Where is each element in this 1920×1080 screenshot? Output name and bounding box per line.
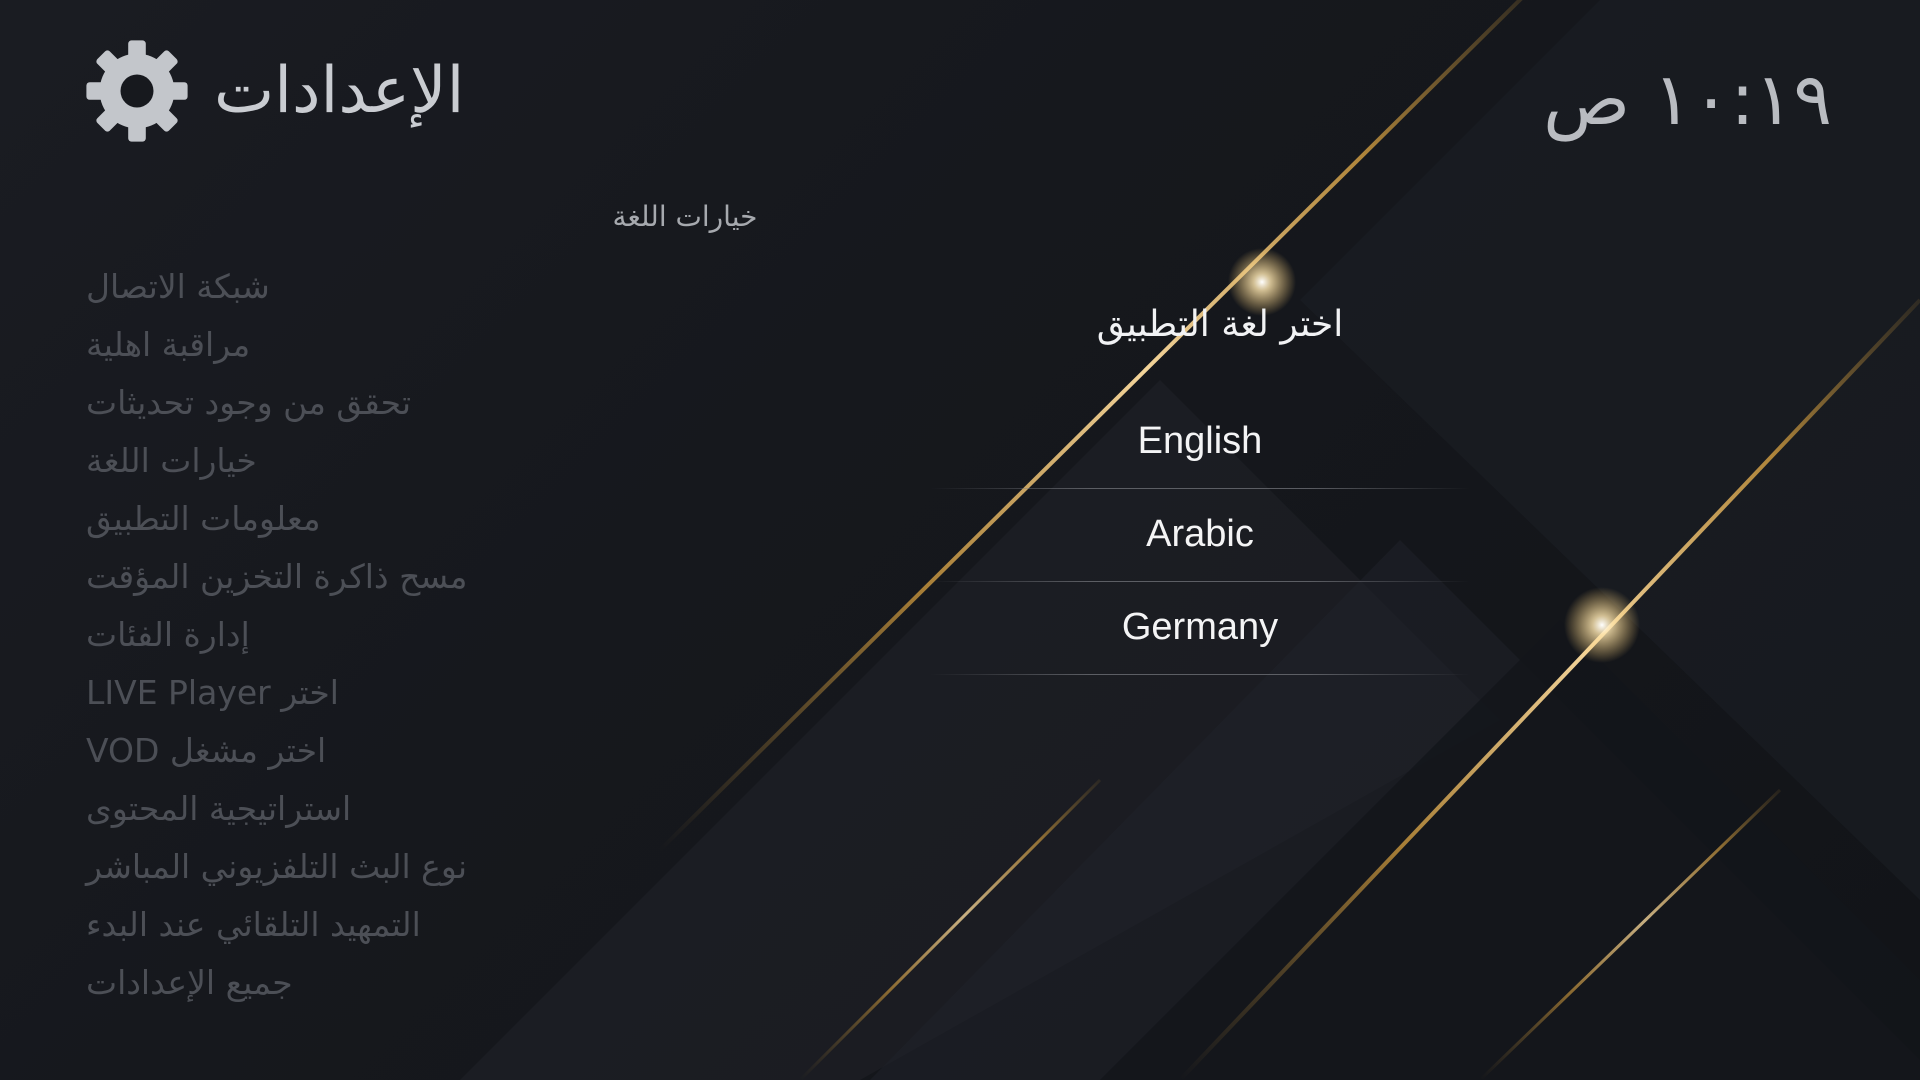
clock: ١٠:١٩ ص (1543, 57, 1832, 141)
option-label: English (1137, 420, 1263, 462)
sidebar-item-network[interactable]: شبكة الاتصال (86, 258, 566, 316)
sidebar-item-vod-player[interactable]: اختر مشغل VOD (86, 722, 566, 780)
page-title: الإعدادات (214, 54, 465, 128)
sidebar-item-live-tv-type[interactable]: نوع البث التلفزيوني المباشر (86, 838, 566, 896)
sidebar-item-auto-boot[interactable]: التمهيد التلقائي عند البدء (86, 896, 566, 954)
sidebar-item-manage-categories[interactable]: إدارة الفئات (86, 606, 566, 664)
sidebar-item-language-options[interactable]: خيارات اللغة (86, 432, 566, 490)
sidebar-item-label: مسح ذاكرة التخزين المؤقت (86, 557, 468, 596)
sidebar-item-all-settings[interactable]: جميع الإعدادات (86, 954, 566, 1012)
sidebar-item-label: مراقبة اهلية (86, 325, 251, 364)
sidebar-item-label: اختر LIVE Player (86, 673, 339, 712)
sidebar-item-label: معلومات التطبيق (86, 499, 321, 538)
language-option-arabic[interactable]: Arabic (930, 489, 1470, 582)
sidebar-item-label: خيارات اللغة (86, 441, 257, 480)
option-label: Arabic (1146, 513, 1254, 555)
sidebar-item-label: استراتيجية المحتوى (86, 789, 352, 828)
dialog-title: اختر لغة التطبيق (1096, 304, 1344, 345)
language-dialog: اختر لغة التطبيق English Arabic Germany (930, 290, 1470, 675)
gear-icon (86, 40, 188, 142)
sidebar-item-parental-control[interactable]: مراقبة اهلية (86, 316, 566, 374)
sidebar-item-label: اختر مشغل VOD (86, 731, 327, 770)
sidebar-item-clear-cache[interactable]: مسح ذاكرة التخزين المؤقت (86, 548, 566, 606)
sidebar-item-label: جميع الإعدادات (86, 963, 293, 1002)
sidebar-item-live-player[interactable]: اختر LIVE Player (86, 664, 566, 722)
sidebar-item-content-strategy[interactable]: استراتيجية المحتوى (86, 780, 566, 838)
sidebar-item-app-info[interactable]: معلومات التطبيق (86, 490, 566, 548)
language-option-english[interactable]: English (930, 396, 1470, 489)
language-option-germany[interactable]: Germany (930, 582, 1470, 675)
header-title-group: الإعدادات (82, 36, 464, 146)
settings-screen: الإعدادات ١٠:١٩ ص شبكة الاتصال مراقبة اه… (0, 0, 1920, 1080)
language-options-list: English Arabic Germany (930, 396, 1470, 675)
sidebar-item-label: تحقق من وجود تحديثات (86, 383, 412, 422)
sidebar-item-check-updates[interactable]: تحقق من وجود تحديثات (86, 374, 566, 432)
sidebar-item-label: إدارة الفئات (86, 615, 250, 654)
sidebar-item-label: التمهيد التلقائي عند البدء (86, 905, 421, 944)
divider (930, 674, 1470, 675)
sidebar-item-label: نوع البث التلفزيوني المباشر (86, 847, 468, 886)
option-label: Germany (1121, 606, 1279, 648)
section-title: خيارات اللغة (612, 200, 758, 233)
settings-menu: شبكة الاتصال مراقبة اهلية تحقق من وجود ت… (86, 258, 566, 1012)
sidebar-item-label: شبكة الاتصال (86, 267, 270, 306)
